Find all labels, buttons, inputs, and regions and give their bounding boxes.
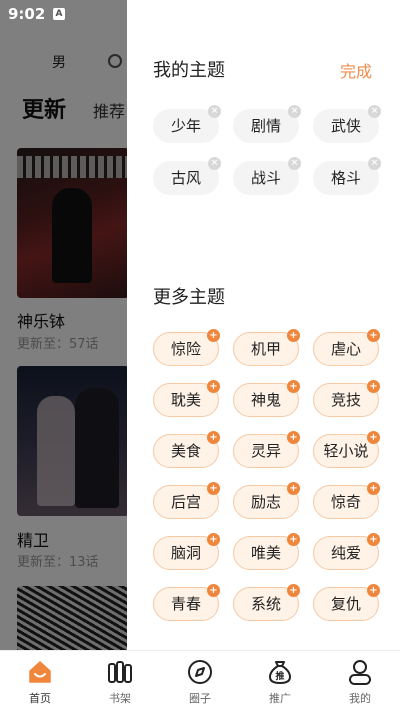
my-topic-chip-label: 武侠	[330, 117, 361, 135]
add-icon[interactable]: +	[287, 431, 300, 444]
add-icon[interactable]: +	[207, 482, 220, 495]
more-topic-chip[interactable]: 机甲 +	[233, 329, 300, 366]
add-icon[interactable]: +	[287, 482, 300, 495]
add-icon[interactable]: +	[207, 533, 220, 546]
more-topic-chip-label: 机甲	[250, 340, 281, 358]
my-topic-chip-label: 战斗	[250, 169, 281, 187]
more-topic-chip-label: 青春	[170, 595, 201, 613]
add-icon[interactable]: +	[367, 584, 380, 597]
more-topics-title: 更多主题	[153, 287, 225, 308]
svg-text:推: 推	[275, 670, 284, 682]
remove-icon[interactable]: ×	[288, 105, 301, 118]
add-icon[interactable]: +	[367, 329, 380, 342]
topic-drawer: 我的主题 完成 少年 × 剧情 × 武侠 × 古风 × 战斗 × 格斗 × 更多主题 惊险 + 机甲 + 虐心…	[127, 0, 400, 650]
more-topic-chip[interactable]: 唯美 +	[233, 533, 300, 570]
more-topic-chip[interactable]: 虐心 +	[313, 329, 380, 366]
more-topic-chip[interactable]: 神鬼 +	[233, 380, 300, 417]
more-topic-chip-label: 竞技	[330, 391, 361, 409]
add-icon[interactable]: +	[207, 380, 220, 393]
more-topic-chip[interactable]: 青春 +	[153, 584, 220, 621]
my-topic-chip-label: 格斗	[330, 169, 361, 187]
add-icon[interactable]: +	[367, 533, 380, 546]
more-topic-chip-label: 神鬼	[250, 391, 281, 409]
more-topic-chip-label: 惊奇	[330, 493, 361, 511]
remove-icon[interactable]: ×	[368, 105, 381, 118]
more-topic-chip-label: 脑洞	[170, 544, 201, 562]
more-topic-chip[interactable]: 励志 +	[233, 482, 300, 519]
remove-icon[interactable]: ×	[288, 157, 301, 170]
my-topic-chip[interactable]: 少年 ×	[153, 105, 221, 143]
my-topic-chip[interactable]: 剧情 ×	[233, 105, 301, 143]
my-topic-chip[interactable]: 古风 ×	[153, 157, 221, 195]
remove-icon[interactable]: ×	[208, 105, 221, 118]
tab-mine-label: 我的	[349, 692, 371, 705]
more-topic-chip-label: 励志	[250, 493, 281, 511]
add-icon[interactable]: +	[367, 482, 380, 495]
add-icon[interactable]: +	[287, 584, 300, 597]
promo-bag-icon: 推	[269, 661, 291, 684]
more-topic-chip[interactable]: 后宫 +	[153, 482, 220, 519]
tab-promote-label: 推广	[269, 692, 291, 705]
more-topic-chip[interactable]: 惊奇 +	[313, 482, 380, 519]
home-icon	[29, 661, 51, 683]
add-icon[interactable]: +	[287, 533, 300, 546]
more-topic-chip-label: 系统	[250, 595, 281, 613]
add-icon[interactable]: +	[207, 329, 220, 342]
bookshelf-icon	[108, 661, 132, 683]
more-topic-chip[interactable]: 美食 +	[153, 431, 220, 468]
done-button[interactable]: 完成	[340, 58, 372, 82]
add-icon[interactable]: +	[207, 431, 220, 444]
more-topic-chip-label: 唯美	[250, 544, 281, 562]
add-icon[interactable]: +	[287, 329, 300, 342]
my-topic-chip[interactable]: 战斗 ×	[233, 157, 301, 195]
add-icon[interactable]: +	[367, 431, 380, 444]
add-icon[interactable]: +	[367, 380, 380, 393]
more-topic-chip[interactable]: 竞技 +	[313, 380, 380, 417]
tab-circle-label: 圈子	[189, 692, 211, 705]
my-topic-chip-label: 剧情	[250, 117, 281, 135]
tab-bookshelf-label: 书架	[109, 692, 131, 705]
more-topic-chip[interactable]: 耽美 +	[153, 380, 220, 417]
more-topic-chip-label: 惊险	[170, 340, 201, 358]
more-topic-chip[interactable]: 系统 +	[233, 584, 300, 621]
more-topic-chip[interactable]: 惊险 +	[153, 329, 220, 366]
remove-icon[interactable]: ×	[368, 157, 381, 170]
tab-home[interactable]: 首页	[0, 651, 80, 711]
more-topic-chip[interactable]: 复仇 +	[313, 584, 380, 621]
tab-bookshelf[interactable]: 书架	[80, 651, 160, 711]
more-topic-chip-label: 灵异	[250, 442, 281, 460]
more-topic-chip-label: 后宫	[170, 493, 201, 511]
more-topic-chip[interactable]: 灵异 +	[233, 431, 300, 468]
more-topic-chip-label: 虐心	[330, 340, 361, 358]
more-topic-chip-label: 纯爱	[330, 544, 361, 562]
profile-icon	[349, 660, 371, 685]
remove-icon[interactable]: ×	[208, 157, 221, 170]
more-topic-chip-label: 轻小说	[323, 442, 369, 460]
more-topic-chip-label: 耽美	[170, 391, 201, 409]
tab-home-label: 首页	[29, 692, 51, 705]
more-topic-chip-label: 美食	[170, 442, 201, 460]
compass-icon	[188, 660, 212, 684]
bottom-tab-bar: 首页 书架 圈子 推 推广 我的	[0, 650, 400, 711]
my-topic-chip[interactable]: 武侠 ×	[313, 105, 381, 143]
more-topic-chip[interactable]: 脑洞 +	[153, 533, 220, 570]
tab-mine[interactable]: 我的	[320, 651, 400, 711]
more-topic-chip[interactable]: 轻小说 +	[313, 431, 380, 468]
more-topic-chip-label: 复仇	[330, 595, 361, 613]
more-topic-chip[interactable]: 纯爱 +	[313, 533, 380, 570]
add-icon[interactable]: +	[207, 584, 220, 597]
tab-promote[interactable]: 推 推广	[240, 651, 320, 711]
my-topics-title: 我的主题	[153, 60, 225, 81]
add-icon[interactable]: +	[287, 380, 300, 393]
my-topic-chip[interactable]: 格斗 ×	[313, 157, 381, 195]
tab-circle[interactable]: 圈子	[160, 651, 240, 711]
my-topic-chip-label: 少年	[170, 117, 201, 135]
my-topic-chip-label: 古风	[170, 169, 201, 187]
